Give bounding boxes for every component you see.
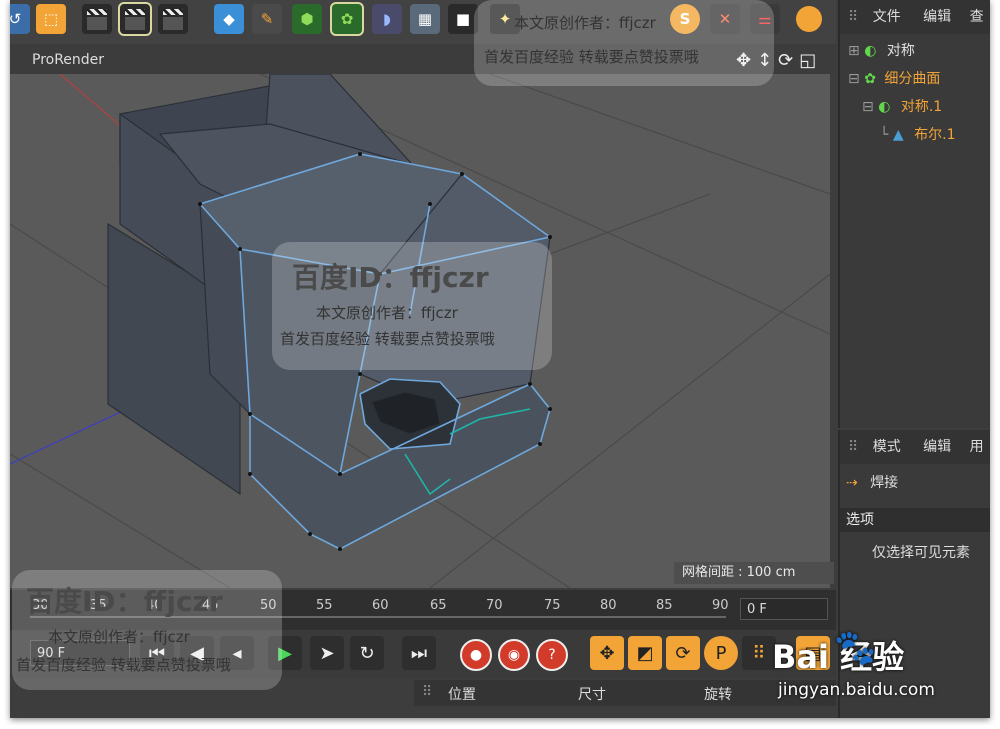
- loop-icon[interactable]: ↻: [350, 636, 384, 670]
- rotate-key-icon[interactable]: ⟳: [666, 636, 700, 670]
- watermark-author: 本文原创作者：ffjczr: [48, 628, 190, 646]
- object-label: 细分曲面: [884, 71, 941, 87]
- symmetry-icon: ◐: [864, 43, 877, 59]
- param-key-icon[interactable]: P: [704, 636, 738, 670]
- next-key-icon[interactable]: ➤: [310, 636, 344, 670]
- object-row-subdivision[interactable]: ⊟ ✿ 细分曲面: [840, 66, 990, 92]
- go-to-end-icon[interactable]: ⏭: [402, 636, 436, 670]
- grip-icon: ⠿: [848, 439, 859, 455]
- watermark-id: 百度ID：ffjczr: [26, 585, 223, 618]
- tree-line-icon: └: [880, 127, 889, 143]
- options-section[interactable]: 选项: [840, 508, 990, 532]
- menu-file[interactable]: 文件: [873, 9, 901, 25]
- object-label: 对称: [886, 43, 915, 59]
- watermark-top: 本文原创作者：ffjczr 首发百度经验 转载要点赞投票哦: [474, 0, 774, 86]
- watermark-center: 百度ID：ffjczr 本文原创作者：ffjczr 首发百度经验 转载要点赞投票…: [272, 242, 552, 370]
- grid-spacing-label: 网格间距 : 100 cm: [674, 562, 834, 584]
- object-label: 布尔.1: [914, 127, 956, 143]
- keyframe-selection-icon[interactable]: ?: [536, 639, 568, 671]
- current-frame-field[interactable]: 0 F: [740, 598, 828, 620]
- timeline-tick: 65: [430, 598, 447, 613]
- menu-mode[interactable]: 模式: [873, 439, 901, 455]
- object-label: 对称.1: [900, 99, 943, 115]
- cube-icon[interactable]: ◆: [214, 4, 244, 34]
- weld-icon: ⇢: [846, 475, 858, 491]
- paw-icon: 🐾: [834, 628, 877, 668]
- subdivision-icon[interactable]: ⬢: [292, 4, 322, 34]
- watermark-bottom-left: 百度ID：ffjczr 本文原创作者：ffjczr 首发百度经验 转载要点赞投票…: [12, 570, 282, 690]
- tree-collapse-icon[interactable]: ⊟: [848, 71, 860, 87]
- object-manager: ⠿ 文件 编辑 查 ⊞ ◐ 对称 ⊟ ✿ 细分曲面 ⊟ ◐ 对称.1 └ ▲ 布…: [838, 0, 990, 428]
- watermark-author: 本文原创作者：ffjczr: [514, 14, 656, 32]
- record-key-icon[interactable]: ●: [460, 639, 492, 671]
- watermark-note: 首发百度经验 转载要点赞投票哦: [16, 656, 231, 674]
- boole-icon: ▲: [892, 127, 904, 143]
- timeline-tick: 90: [712, 598, 729, 613]
- watermark-id: 百度ID：ffjczr: [292, 261, 489, 294]
- subdivision-surface-icon: ✿: [864, 71, 876, 87]
- watermark-author: 本文原创作者：ffjczr: [316, 304, 458, 322]
- attribute-manager-menu: ⠿ 模式 编辑 用: [840, 430, 990, 464]
- timeline-tick: 55: [316, 598, 333, 613]
- watermark-note: 首发百度经验 转载要点赞投票哦: [280, 330, 495, 348]
- app-window: ↺ ⬚ ◆ ✎ ⬢ ✿ ◗ ▦ ■ ✦ S ✕ ⚌ ProRender ✥↕⟳◱: [10, 0, 990, 718]
- material-icon[interactable]: [796, 6, 822, 32]
- live-selection-icon[interactable]: ⬚: [36, 4, 66, 34]
- menu-edit[interactable]: 编辑: [923, 9, 951, 25]
- timeline-tick: 75: [544, 598, 561, 613]
- render-picture-viewer-icon[interactable]: [118, 2, 152, 36]
- symmetry-icon: ◐: [878, 99, 891, 115]
- watermark-note: 首发百度经验 转载要点赞投票哦: [484, 48, 699, 66]
- visible-only-option[interactable]: 仅选择可见元素: [872, 542, 970, 562]
- render-view-icon[interactable]: [82, 4, 112, 34]
- viewport-title[interactable]: ProRender: [32, 52, 104, 68]
- tool-name: 焊接: [870, 475, 899, 491]
- grip-icon: ⠿: [422, 684, 433, 700]
- timeline-tick: 60: [372, 598, 389, 613]
- menu-edit[interactable]: 编辑: [923, 439, 951, 455]
- move-key-icon[interactable]: ✥: [590, 636, 624, 670]
- scale-key-icon[interactable]: ◩: [628, 636, 662, 670]
- autokey-icon[interactable]: ◉: [498, 639, 530, 671]
- pen-icon[interactable]: ✎: [252, 4, 282, 34]
- floor-icon[interactable]: ▦: [410, 4, 440, 34]
- timeline-tick: 85: [656, 598, 673, 613]
- baidu-jingyan-logo: Bai 经验 🐾 jingyan.baidu.com: [766, 622, 966, 712]
- deformer-icon[interactable]: ◗: [372, 4, 402, 34]
- render-settings-icon[interactable]: [158, 4, 188, 34]
- brand-url: jingyan.baidu.com: [778, 680, 935, 700]
- timeline-tick: 70: [486, 598, 503, 613]
- menu-view[interactable]: 查: [970, 9, 984, 25]
- array-icon[interactable]: ✿: [330, 2, 364, 36]
- undo-icon[interactable]: ↺: [10, 4, 30, 34]
- grip-icon: ⠿: [848, 9, 859, 25]
- object-row-symmetry[interactable]: ⊞ ◐ 对称: [840, 38, 990, 64]
- object-row-boole-1[interactable]: └ ▲ 布尔.1: [840, 122, 990, 148]
- tool-header: ⇢ 焊接: [846, 472, 898, 492]
- menu-user[interactable]: 用: [970, 439, 984, 455]
- tree-expand-icon[interactable]: ⊞: [848, 43, 860, 59]
- object-manager-menu: ⠿ 文件 编辑 查: [840, 0, 990, 34]
- option-label: 仅选择可见元素: [872, 545, 970, 561]
- coord-rotation-label: 旋转: [704, 687, 732, 703]
- timeline-tick: 80: [600, 598, 617, 613]
- coord-size-label: 尺寸: [578, 687, 606, 703]
- tree-collapse-icon[interactable]: ⊟: [862, 99, 874, 115]
- coord-position-label: 位置: [448, 687, 476, 703]
- object-row-symmetry-1[interactable]: ⊟ ◐ 对称.1: [840, 94, 990, 120]
